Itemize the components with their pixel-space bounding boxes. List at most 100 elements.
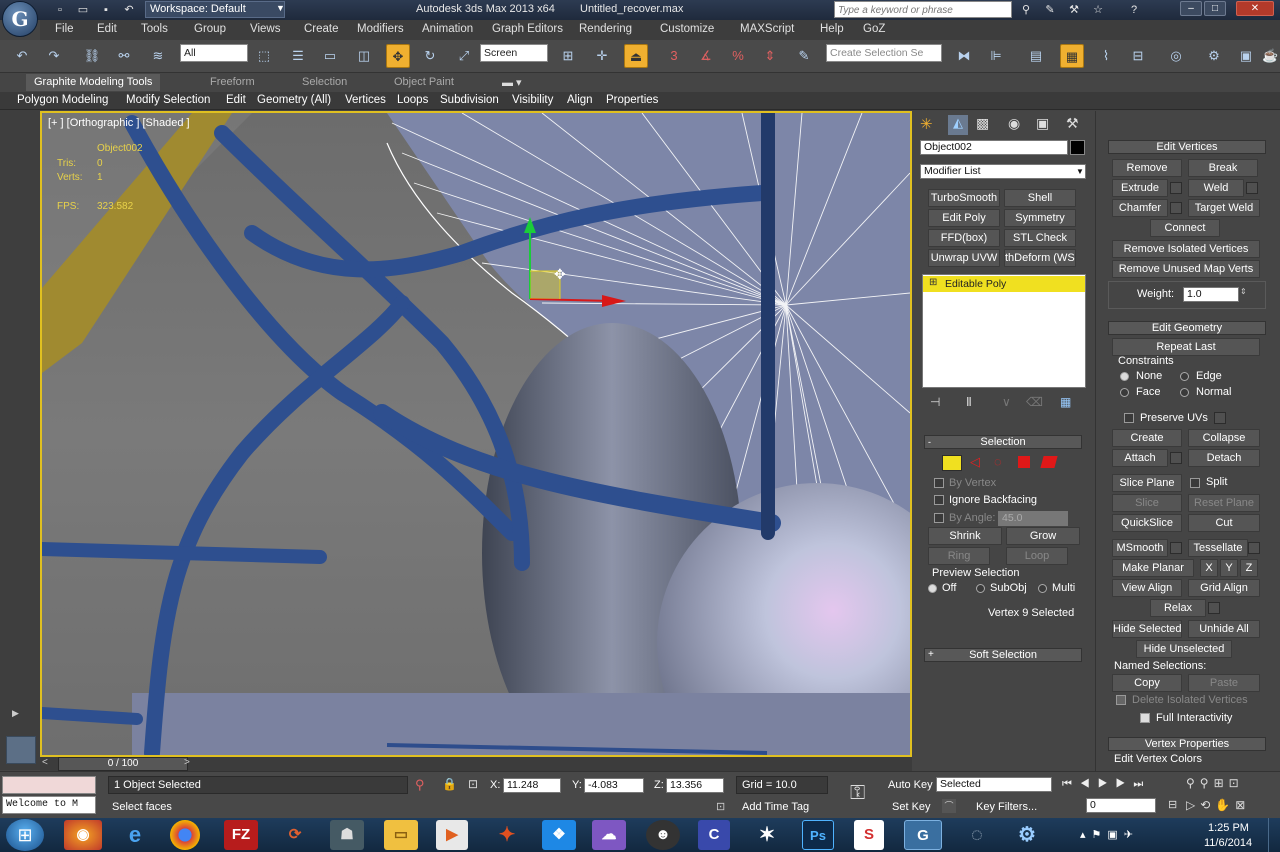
menu-help[interactable]: Help [820,23,844,35]
menu-modifiers[interactable]: Modifiers [357,23,404,35]
app-icon[interactable]: ✦ [488,820,526,850]
time-prev-icon[interactable]: < [42,757,48,768]
turbosmooth-button[interactable]: TurboSmooth [928,189,1000,207]
show-end-result-icon[interactable]: Ⅱ [966,395,972,409]
collapse-icon[interactable]: - [928,437,931,447]
firefox-icon[interactable]: ◉ [64,820,102,850]
unwrap-uvw-button[interactable]: Unwrap UVW [928,249,1000,267]
named-selection-dropdown[interactable]: Create Selection Se [826,44,942,62]
chevron-down-icon[interactable]: ▼ [276,3,285,13]
preserve-uvs-settings-icon[interactable] [1214,412,1226,424]
utilities-tab-icon[interactable]: ⚒ [1066,115,1079,132]
playback-controls[interactable]: ⏮◀▶▶⏭ [1062,778,1151,791]
3ds-max-task-icon[interactable]: G [904,820,942,850]
undo-icon[interactable]: ↶ [10,44,34,68]
edge-mode-icon[interactable]: ◁ [970,454,980,470]
time-slider-track[interactable]: < 0 / 100 > [40,757,912,771]
time-next-icon[interactable]: > [184,757,190,768]
dropbox-icon[interactable]: ❖ [542,820,576,850]
key-filters-button[interactable]: Key Filters... [976,801,1037,813]
collapse-button[interactable]: Collapse [1188,429,1260,447]
msmooth-settings-icon[interactable] [1170,542,1182,554]
layer-manager-icon[interactable]: ▤ [1024,44,1048,68]
thdeform-button[interactable]: thDeform (WSI [1004,249,1076,267]
start-button[interactable]: ⊞ [6,819,44,851]
chamfer-settings-icon[interactable] [1170,202,1182,214]
app-icon[interactable]: S [854,820,884,850]
constraint-edge-radio[interactable] [1180,372,1189,381]
photoshop-icon[interactable]: Ps [802,820,834,850]
open-icon[interactable]: ▭ [75,3,91,17]
extrude-button[interactable]: Extrude [1112,179,1168,197]
weight-spinner-icon[interactable]: ⇕ [1240,287,1247,296]
clock-date[interactable]: 11/6/2014 [1204,837,1252,849]
internet-explorer-icon[interactable]: e [116,820,154,850]
reset-plane-button[interactable]: Reset Plane [1188,494,1260,512]
tab-object-paint[interactable]: Object Paint [394,76,454,88]
unhide-all-button[interactable]: Unhide All [1188,620,1260,638]
bind-space-warp-icon[interactable]: ≋ [146,44,170,68]
snaps-toggle-icon[interactable]: 3 [662,44,686,68]
viewport-label[interactable]: [+ ] [Orthographic ] [Shaded ] [48,117,190,129]
tools-icon[interactable]: ✎ [1042,3,1058,17]
soft-selection-rollout-header[interactable]: Soft Selection [924,648,1082,662]
weld-button[interactable]: Weld [1188,179,1244,197]
constraint-normal-radio[interactable] [1180,388,1189,397]
view-align-button[interactable]: View Align [1112,579,1182,597]
isolate-icon[interactable]: ⚲ [415,777,425,793]
copy-button[interactable]: Copy [1112,674,1182,692]
add-time-tag[interactable]: Add Time Tag [742,801,809,813]
create-button[interactable]: Create [1112,429,1182,447]
quickslice-button[interactable]: QuickSlice [1112,514,1182,532]
menu-file[interactable]: File [55,23,74,35]
angle-snap-icon[interactable]: ∡ [694,44,718,68]
keyboard-shortcut-icon[interactable]: ⏏ [624,44,648,68]
menu-rendering[interactable]: Rendering [579,23,632,35]
connect-button[interactable]: Connect [1150,219,1220,237]
select-by-name-icon[interactable]: ☰ [286,44,310,68]
key-icon[interactable]: ⚿ [850,782,865,805]
make-planar-button[interactable]: Make Planar [1112,559,1194,577]
loop-button[interactable]: Loop [1006,547,1068,565]
window-crossing-icon[interactable]: ◫ [352,44,376,68]
tab-graphite-modeling-tools[interactable]: Graphite Modeling Tools [26,74,161,91]
menu-group[interactable]: Group [194,23,226,35]
make-unique-icon[interactable]: ∨ [1002,395,1011,409]
selection-filter-dropdown[interactable]: All [180,44,248,62]
remove-unused-map-verts-button[interactable]: Remove Unused Map Verts [1112,260,1260,278]
hide-selected-button[interactable]: Hide Selected [1112,620,1182,638]
set-key-button[interactable]: Set Key [892,801,931,813]
full-interactivity-checkbox[interactable] [1140,713,1150,723]
app-logo[interactable]: G [2,1,38,37]
render-setup-icon[interactable]: ⚙ [1202,44,1226,68]
symmetry-button[interactable]: Symmetry [1004,209,1076,227]
make-planar-z-button[interactable]: Z [1240,559,1258,577]
polygon-mode-icon[interactable] [1018,456,1030,468]
configure-modifier-sets-icon[interactable]: ▦ [1060,395,1071,409]
filezilla-icon[interactable]: FZ [224,820,258,850]
ignore-backfacing-checkbox[interactable] [934,495,944,505]
menu-tools[interactable]: Tools [141,23,168,35]
target-weld-button[interactable]: Target Weld [1188,199,1260,217]
select-move-icon[interactable]: ✥ [386,44,410,68]
grid-align-button[interactable]: Grid Align [1188,579,1260,597]
menu-graph-editors[interactable]: Graph Editors [492,23,563,35]
pivot-center-icon[interactable]: ⊞ [556,44,580,68]
constraint-none-radio[interactable] [1120,372,1129,381]
new-icon[interactable]: ▫ [52,3,68,17]
z-coordinate-field[interactable]: 13.356 [666,778,724,793]
close-button[interactable]: ✕ [1236,1,1274,16]
modify-tab-icon[interactable]: ◭ [948,115,968,135]
tessellate-button[interactable]: Tessellate [1188,539,1248,557]
menu-edit[interactable]: Edit [97,23,117,35]
hide-unselected-button[interactable]: Hide Unselected [1136,640,1232,658]
reference-coord-dropdown[interactable]: Screen [480,44,548,62]
weight-input[interactable]: 1.0 [1183,287,1239,302]
edit-vertices-header[interactable]: Edit Vertices [1108,140,1266,154]
undo-icon[interactable]: ↶ [121,3,137,17]
render-icon[interactable]: ☕ [1262,44,1278,68]
app-icon[interactable]: ☗ [330,820,364,850]
modifier-list-dropdown[interactable]: Modifier List [920,164,1086,179]
vertex-properties-header[interactable]: Vertex Properties [1108,737,1266,751]
ffd-box-button[interactable]: FFD(box) [928,229,1000,247]
